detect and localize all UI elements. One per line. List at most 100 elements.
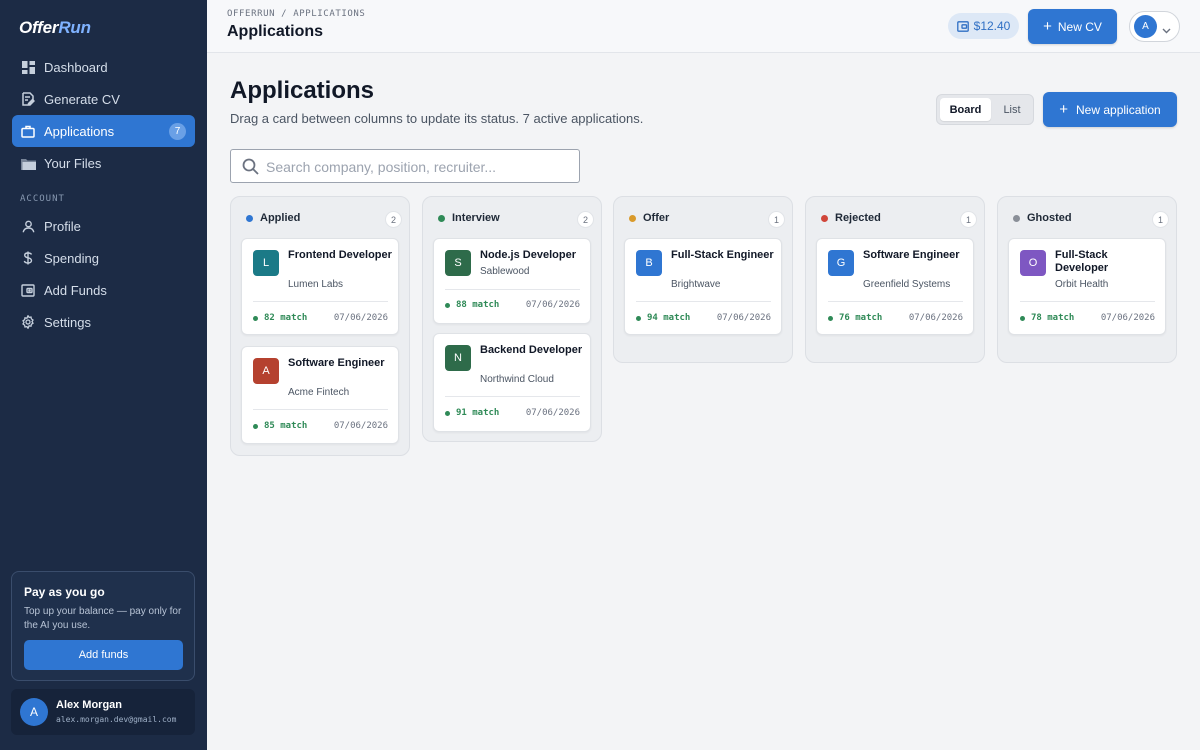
search-input[interactable] — [266, 156, 571, 177]
column-count-badge: 2 — [385, 211, 402, 228]
user-profile-card[interactable]: A Alex Morgan alex.morgan.dev@gmail.com — [11, 689, 195, 735]
applied-date: 07/06/2026 — [1100, 313, 1155, 323]
card-divider — [253, 409, 388, 410]
status-dot — [821, 215, 828, 222]
promo-text: Top up your balance — pay only for the A… — [24, 606, 182, 631]
company-logo: G — [828, 250, 854, 276]
application-card[interactable]: B Full-Stack Engineer Brightwave 94 match 07… — [624, 238, 782, 335]
job-title: Node.js Developer — [480, 249, 576, 261]
top-bar: OFFERRUN / APPLICATIONS Applications $12… — [207, 0, 1200, 53]
sidebar-item-settings[interactable]: Settings — [12, 306, 195, 338]
application-card[interactable]: N Backend Developer Northwind Cloud 91 matc… — [433, 333, 591, 432]
match-score: 88 match — [445, 300, 499, 310]
sidebar-item-label: Add Funds — [44, 282, 107, 298]
sidebar-item-label: Settings — [44, 314, 91, 330]
applied-date: 07/06/2026 — [333, 421, 388, 431]
column-header: Ghosted 1 — [998, 197, 1176, 239]
status-dot — [438, 215, 445, 222]
column-interview: Interview 2 S Node.js Developer Sablewood 88 … — [422, 196, 602, 442]
company-name: Northwind Cloud — [480, 374, 554, 385]
match-text: 85 match — [264, 421, 308, 431]
pay-as-you-go-card: Pay as you go Top up your balance — pay … — [11, 571, 195, 681]
sidebar: OfferRun Dashboard Generate CV Applicati… — [0, 0, 207, 750]
avatar: A — [1134, 15, 1157, 38]
user-name: Alex Morgan — [56, 699, 123, 711]
new-cv-button[interactable]: + New CV — [1028, 9, 1117, 44]
brand-logo-accent: Run — [58, 18, 91, 37]
company-name: Orbit Health — [1055, 279, 1109, 290]
match-text: 94 match — [647, 313, 691, 323]
company-name: Acme Fintech — [288, 387, 350, 398]
column-count-badge: 1 — [960, 211, 977, 228]
column-offer: Offer 1 B Full-Stack Engineer Brightwave 94 m… — [613, 196, 793, 363]
match-dot — [445, 302, 450, 308]
company-name: Brightwave — [671, 279, 721, 290]
applied-date: 07/06/2026 — [716, 313, 771, 323]
column-header: Rejected 1 — [806, 197, 984, 239]
company-name: Sablewood — [480, 266, 530, 277]
match-dot — [636, 315, 641, 321]
new-application-label: New application — [1076, 102, 1161, 117]
sidebar-item-label: Applications — [44, 123, 115, 139]
application-card[interactable]: S Node.js Developer Sablewood 88 match 07/06… — [433, 238, 591, 324]
match-dot — [253, 315, 258, 321]
status-dot — [1013, 215, 1020, 222]
match-score: 94 match — [636, 313, 690, 323]
match-text: 78 match — [1031, 313, 1075, 323]
column-count-badge: 2 — [577, 211, 594, 228]
sidebar-item-spending[interactable]: Spending — [12, 242, 195, 274]
chevron-down-icon — [1162, 21, 1171, 39]
card-divider — [828, 301, 963, 302]
sidebar-item-applications[interactable]: Applications 7 — [12, 115, 195, 147]
match-score: 85 match — [253, 421, 307, 431]
match-score: 76 match — [828, 313, 882, 323]
match-dot — [253, 423, 258, 429]
balance-badge[interactable]: $12.40 — [948, 13, 1019, 39]
job-title: Full-Stack Engineer — [671, 249, 774, 261]
job-title: Backend Developer — [480, 344, 583, 356]
brand-logo-text: Offer — [19, 18, 59, 37]
sidebar-item-profile[interactable]: Profile — [12, 210, 195, 242]
match-dot — [445, 410, 450, 416]
column-count-badge: 1 — [1152, 211, 1169, 228]
wallet-icon — [956, 20, 969, 32]
account-section-label: ACCOUNT — [20, 194, 65, 204]
sidebar-item-label: Profile — [44, 218, 81, 234]
company-logo: A — [253, 358, 279, 384]
sidebar-item-label: Spending — [44, 250, 99, 266]
sidebar-item-generate-cv[interactable]: Generate CV — [12, 83, 195, 115]
application-card[interactable]: A Software Engineer Acme Fintech 85 match 07… — [241, 346, 399, 444]
account-nav: Profile Spending Add Funds Settings — [12, 210, 195, 338]
card-divider — [445, 396, 580, 397]
top-bar-title: Applications — [227, 23, 324, 40]
avatar: A — [20, 698, 48, 726]
folder-icon — [20, 155, 36, 171]
sidebar-item-your-files[interactable]: Your Files — [12, 147, 195, 179]
card-divider — [1020, 301, 1155, 302]
board-view-button[interactable]: Board — [940, 98, 991, 121]
list-view-button[interactable]: List — [993, 98, 1031, 121]
column-header: Offer 1 — [614, 197, 792, 239]
job-title: Software Engineer — [288, 357, 385, 369]
sidebar-item-label: Your Files — [44, 155, 102, 171]
new-application-button[interactable]: + New application — [1043, 92, 1177, 127]
status-dot — [246, 215, 253, 222]
column-title: Offer — [643, 212, 670, 224]
add-funds-button[interactable]: Add funds — [24, 640, 183, 670]
account-menu-button[interactable]: A — [1129, 11, 1180, 42]
card-divider — [253, 301, 388, 302]
applied-date: 07/06/2026 — [525, 300, 580, 310]
page-subtitle: Drag a card between columns to update it… — [230, 111, 644, 126]
brand-logo[interactable]: OfferRun — [19, 18, 91, 38]
match-dot — [828, 315, 833, 321]
column-ghosted: Ghosted 1 O Full-Stack Developer Orbit Healt… — [997, 196, 1177, 363]
sidebar-item-dashboard[interactable]: Dashboard — [12, 51, 195, 83]
application-card[interactable]: G Software Engineer Greenfield Systems 76 m… — [816, 238, 974, 335]
dollar-icon — [20, 250, 36, 266]
sidebar-item-add-funds[interactable]: Add Funds — [12, 274, 195, 306]
job-title: Frontend Developer — [288, 249, 392, 261]
application-card[interactable]: O Full-Stack Developer Orbit Health 78 matc… — [1008, 238, 1166, 335]
match-score: 82 match — [253, 313, 307, 323]
column-header: Interview 2 — [423, 197, 601, 239]
application-card[interactable]: L Frontend Developer Lumen Labs 82 match 07/… — [241, 238, 399, 335]
